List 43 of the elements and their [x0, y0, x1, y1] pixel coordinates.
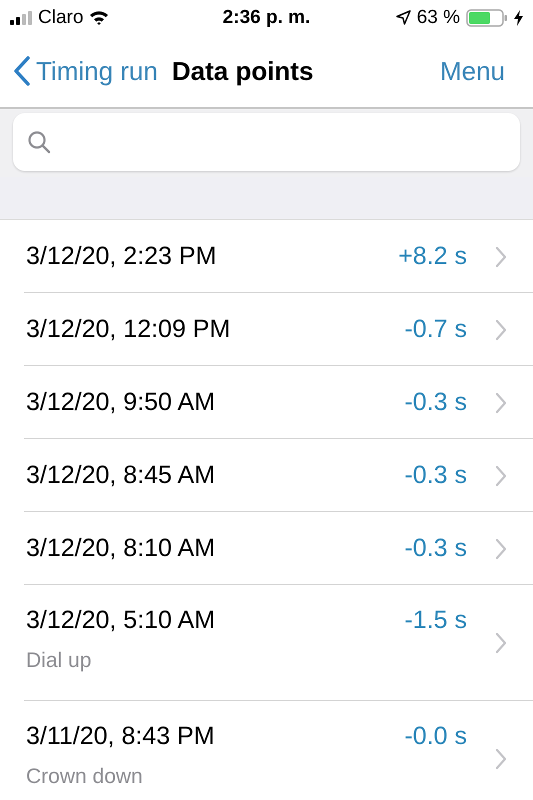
chevron-right-icon [495, 538, 507, 560]
battery-icon [466, 8, 508, 26]
list-row[interactable]: 3/12/20, 9:50 AM -0.3 s [0, 366, 533, 439]
status-time: 2:36 p. m. [222, 6, 310, 28]
search-icon [27, 130, 51, 154]
chevron-right-icon [495, 318, 507, 340]
chevron-left-icon [14, 56, 30, 86]
charging-bolt-icon [514, 10, 523, 26]
time-offset: -0.3 s [404, 388, 467, 417]
list-row[interactable]: 3/12/20, 8:45 AM -0.3 s [0, 439, 533, 512]
time-offset: -0.3 s [404, 534, 467, 563]
signal-icon [10, 10, 32, 24]
chevron-right-icon [495, 392, 507, 414]
date-label: 3/12/20, 8:10 AM [26, 534, 216, 563]
chevron-right-icon [495, 748, 507, 770]
back-button[interactable]: Timing run [0, 56, 158, 86]
note-label: Dial up [26, 649, 92, 673]
date-label: 3/12/20, 9:50 AM [26, 388, 216, 417]
date-label: 3/12/20, 12:09 PM [26, 315, 230, 344]
time-offset: -0.7 s [404, 315, 467, 344]
list-row[interactable]: 3/12/20, 2:23 PM +8.2 s [0, 220, 533, 293]
time-offset: -0.3 s [404, 461, 467, 490]
list-row[interactable]: 3/12/20, 5:10 AM -1.5 s Dial up [0, 585, 533, 701]
date-label: 3/12/20, 2:23 PM [26, 242, 216, 271]
time-offset: +8.2 s [398, 242, 467, 271]
list-row[interactable]: 3/12/20, 8:10 AM -0.3 s [0, 512, 533, 585]
time-offset: -0.0 s [404, 722, 467, 750]
search-field[interactable] [13, 113, 520, 171]
time-offset: -1.5 s [404, 606, 467, 634]
wifi-icon [89, 10, 110, 25]
location-arrow-icon [396, 10, 411, 25]
date-label: 3/12/20, 5:10 AM [26, 606, 216, 634]
list-row[interactable]: 3/12/20, 12:09 PM -0.7 s [0, 293, 533, 366]
chevron-right-icon [495, 464, 507, 486]
chevron-right-icon [495, 632, 507, 654]
battery-percent: 63 % [416, 6, 460, 28]
nav-title: Data points [172, 56, 314, 86]
note-label: Crown down [26, 765, 144, 789]
date-label: 3/11/20, 8:43 PM [26, 722, 215, 750]
carrier-name: Claro [38, 6, 84, 28]
chevron-right-icon [495, 246, 507, 268]
date-label: 3/12/20, 8:45 AM [26, 461, 216, 490]
menu-button[interactable]: Menu [440, 56, 533, 86]
